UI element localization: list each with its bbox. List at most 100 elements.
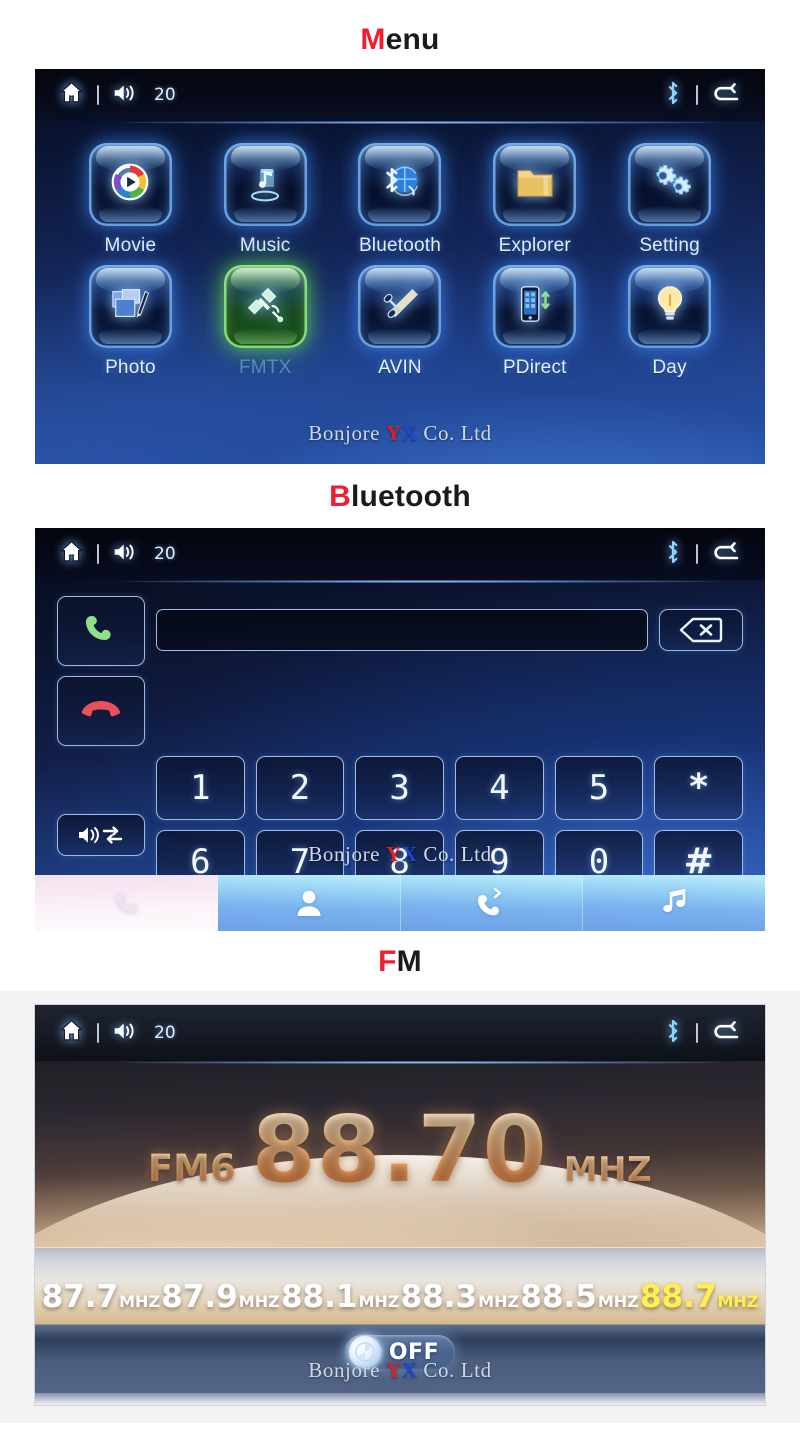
- app-cell-music[interactable]: Music: [198, 143, 333, 257]
- hangup-button[interactable]: [57, 676, 145, 746]
- fm-preset-2-unit: MHZ: [238, 1292, 280, 1311]
- watermark-suffix: Co. Ltd: [417, 421, 492, 445]
- watermark-menu: Bonjore YX Co. Ltd: [35, 421, 765, 446]
- movie-label: Movie: [104, 235, 157, 256]
- bluetooth-icon[interactable]: [663, 540, 683, 569]
- app-cell-movie[interactable]: Movie: [63, 143, 198, 257]
- home-icon[interactable]: [59, 539, 84, 569]
- back-arrow-icon[interactable]: [711, 1019, 741, 1048]
- fm-power-toggle[interactable]: OFF: [344, 1335, 456, 1369]
- lightbulb-icon: [651, 283, 689, 330]
- fm-preset-4[interactable]: 88.3 MHZ: [400, 1282, 520, 1313]
- fm-frequency-line: FM6 88.70 MHZ: [35, 1104, 765, 1196]
- music-note-icon: [243, 160, 287, 209]
- contact-person-icon: [297, 890, 321, 916]
- back-arrow-icon[interactable]: [711, 540, 741, 569]
- setting-button[interactable]: [628, 143, 712, 226]
- music-button[interactable]: [223, 143, 307, 226]
- fm-preset-4-unit: MHZ: [478, 1292, 520, 1311]
- home-icon[interactable]: [59, 1018, 84, 1048]
- movie-button[interactable]: [88, 143, 172, 226]
- watermark-x: X: [401, 421, 418, 445]
- key-3[interactable]: 3: [355, 756, 444, 820]
- tab-dialpad[interactable]: [35, 875, 218, 931]
- fm-preset-5-value: 88.5: [520, 1279, 597, 1315]
- bluetooth-icon[interactable]: [663, 81, 683, 110]
- avin-button[interactable]: [358, 265, 442, 348]
- dial-number-display[interactable]: [156, 609, 648, 651]
- key-4[interactable]: 4: [454, 756, 544, 820]
- volume-icon[interactable]: [112, 1020, 139, 1047]
- section-title-menu: Menu: [0, 0, 800, 69]
- bluetooth-button[interactable]: [358, 143, 442, 226]
- home-icon[interactable]: [59, 80, 84, 110]
- fm-preset-3-unit: MHZ: [358, 1292, 400, 1311]
- section-title-accent-letter-bt: B: [329, 480, 351, 513]
- app-cell-explorer[interactable]: Explorer: [467, 143, 602, 257]
- key-9-label: 9: [489, 842, 510, 882]
- day-button[interactable]: [628, 265, 712, 348]
- bluetooth-screen: 20 1 2 3 4 5 * 6 7 8 9 0 # Bonjore YX Co…: [35, 528, 765, 931]
- tab-contacts[interactable]: [217, 875, 401, 931]
- app-cell-fmtx[interactable]: FMTX: [198, 265, 333, 379]
- watermark-y: Y: [385, 421, 402, 445]
- phone-sync-icon: [514, 283, 556, 330]
- fm-preset-2-value: 87.9: [161, 1279, 238, 1315]
- section-title-accent-letter: M: [360, 23, 386, 56]
- tab-music[interactable]: [583, 875, 765, 931]
- fm-preset-2[interactable]: 87.9 MHZ: [161, 1282, 281, 1313]
- fm-preset-4-value: 88.3: [400, 1279, 478, 1315]
- day-label: Day: [652, 357, 687, 378]
- satellite-icon: [243, 283, 287, 330]
- dialer-keypad-row-1: 1 2 3 4 5 *: [57, 756, 743, 820]
- key-1[interactable]: 1: [156, 756, 245, 820]
- status-separator-right: [696, 544, 698, 564]
- photo-brush-icon: [109, 284, 151, 329]
- fm-bottom-strip: [35, 1393, 765, 1405]
- status-separator-left: [97, 1023, 99, 1043]
- fm-preset-3[interactable]: 88.1 MHZ: [280, 1282, 400, 1313]
- status-bar-glow: [122, 580, 722, 583]
- call-button[interactable]: [57, 596, 145, 666]
- audio-transfer-button[interactable]: [57, 814, 145, 856]
- explorer-button[interactable]: [493, 143, 577, 226]
- fm-preset-5[interactable]: 88.5 MHZ: [520, 1282, 640, 1313]
- rca-plug-icon: [378, 284, 422, 329]
- section-title-fm: FM: [0, 931, 800, 991]
- app-icon-grid: Movie Music Bluetooth Explorer Setting P…: [35, 121, 765, 379]
- app-cell-bluetooth[interactable]: Bluetooth: [333, 143, 468, 257]
- backspace-button[interactable]: [659, 609, 743, 651]
- section-title-accent-letter-fm: F: [378, 945, 397, 978]
- key-5[interactable]: 5: [554, 756, 644, 820]
- app-cell-photo[interactable]: Photo: [63, 265, 198, 379]
- app-cell-avin[interactable]: AVIN: [333, 265, 468, 379]
- volume-icon[interactable]: [112, 541, 139, 568]
- back-arrow-icon[interactable]: [711, 81, 741, 110]
- fm-preset-6-unit: MHZ: [717, 1292, 759, 1311]
- fmtx-button[interactable]: [223, 265, 307, 348]
- app-cell-pdirect[interactable]: PDirect: [467, 265, 602, 379]
- fm-frequency-unit: MHZ: [563, 1150, 653, 1190]
- app-cell-day[interactable]: Day: [602, 265, 737, 379]
- photo-button[interactable]: [88, 265, 172, 348]
- volume-icon[interactable]: [112, 82, 139, 109]
- key-6-label: 6: [190, 842, 211, 882]
- section-title-rest: enu: [385, 23, 440, 56]
- key-asterisk[interactable]: *: [654, 756, 743, 820]
- pdirect-button[interactable]: [493, 265, 577, 348]
- app-cell-setting[interactable]: Setting: [602, 143, 737, 257]
- key-hash-label: #: [683, 840, 714, 882]
- tab-calllog[interactable]: [400, 875, 584, 931]
- dialer-side-column-top: [57, 596, 145, 746]
- handset-icon: [115, 892, 137, 913]
- fm-preset-6[interactable]: 88.7 MHZ: [639, 1282, 759, 1313]
- fm-preset-1[interactable]: 87.7 MHZ: [41, 1282, 161, 1313]
- status-separator-left: [97, 85, 99, 105]
- key-2[interactable]: 2: [255, 756, 345, 820]
- call-history-icon: [478, 887, 502, 916]
- fm-preset-1-value: 87.7: [41, 1279, 119, 1315]
- key-5-label: 5: [588, 768, 610, 808]
- bluetooth-icon[interactable]: [663, 1019, 683, 1048]
- status-bar-glow: [122, 1061, 722, 1064]
- fm-preset-6-value: 88.7: [639, 1279, 717, 1315]
